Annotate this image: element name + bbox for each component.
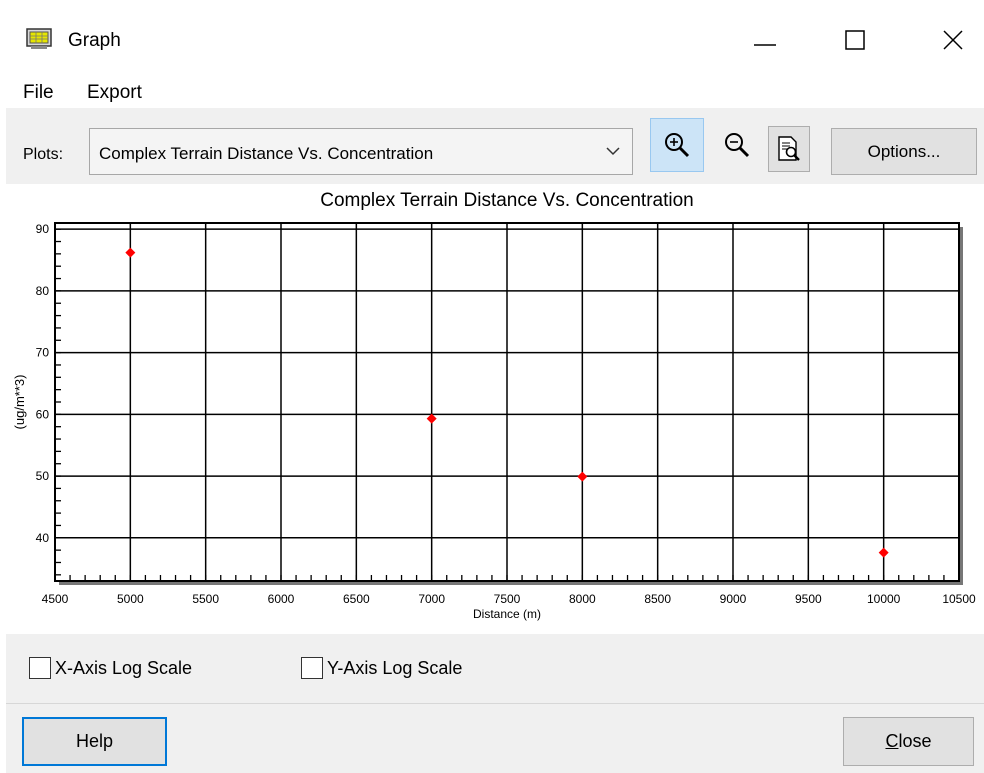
- chevron-down-icon: [606, 147, 620, 156]
- x-tick-label: 6000: [268, 592, 295, 606]
- zoom-in-button[interactable]: [650, 118, 704, 172]
- window-close-button[interactable]: [928, 20, 978, 60]
- x-tick-label: 9000: [720, 592, 747, 606]
- menu-file[interactable]: File: [23, 82, 54, 104]
- x-axis-log-label: X-Axis Log Scale: [55, 657, 193, 678]
- y-tick-label: 80: [36, 284, 50, 298]
- minimize-icon: [754, 44, 776, 46]
- x-tick-label: 7500: [494, 592, 521, 606]
- help-button-label: Help: [75, 731, 114, 751]
- zoom-out-button[interactable]: [710, 118, 764, 172]
- window-title: Graph: [68, 30, 121, 51]
- y-tick-label: 60: [36, 407, 50, 421]
- maximize-button[interactable]: [830, 20, 880, 60]
- y-axis-log-label: Y-Axis Log Scale: [327, 657, 463, 678]
- minimize-button[interactable]: [740, 20, 790, 60]
- x-tick-label: 7000: [418, 592, 445, 606]
- y-tick-label: 40: [36, 531, 50, 545]
- y-axis-log-checkbox[interactable]: Y-Axis Log Scale: [301, 657, 462, 679]
- y-tick-label: 90: [36, 222, 50, 236]
- plots-label: Plots:: [23, 146, 64, 163]
- print-preview-icon: [778, 136, 800, 161]
- chart-title: Complex Terrain Distance Vs. Concentrati…: [320, 190, 694, 211]
- scatter-chart: 4500 5000 5500 6000 6500 7000 7500 8000 8500 9000…: [12, 190, 976, 621]
- graph-app-icon: [26, 28, 52, 49]
- x-tick-label: 4500: [42, 592, 69, 606]
- menu-bar: File Export: [0, 78, 984, 108]
- help-button[interactable]: Help: [22, 717, 167, 766]
- x-axis-log-checkbox-box[interactable]: [29, 657, 51, 679]
- zoom-in-icon: [665, 133, 690, 158]
- y-axis-log-checkbox-box[interactable]: [301, 657, 323, 679]
- close-button-label: Close: [885, 731, 932, 751]
- zoom-out-icon: [725, 133, 750, 158]
- y-tick-label: 70: [36, 346, 50, 360]
- close-icon: [943, 30, 963, 50]
- x-tick-label: 10500: [942, 592, 976, 606]
- plots-selected-value: Complex Terrain Distance Vs. Concentrati…: [99, 144, 434, 163]
- y-axis-label: (ug/m**3): [12, 375, 27, 430]
- options-button[interactable]: Options...: [831, 128, 977, 175]
- x-tick-label: 8500: [644, 592, 671, 606]
- x-tick-label: 8000: [569, 592, 596, 606]
- menu-export[interactable]: Export: [87, 82, 142, 104]
- x-tick-label: 10000: [867, 592, 901, 606]
- chart-area: 4500 5000 5500 6000 6500 7000 7500 8000 8500 9000…: [0, 184, 984, 634]
- options-button-label: Options...: [867, 141, 941, 161]
- title-bar: Graph: [0, 0, 984, 78]
- y-tick-label: 50: [36, 469, 50, 483]
- plots-dropdown[interactable]: Complex Terrain Distance Vs. Concentrati…: [89, 128, 633, 175]
- print-preview-button[interactable]: [768, 126, 810, 172]
- close-button[interactable]: Close: [843, 717, 974, 766]
- x-tick-label: 6500: [343, 592, 370, 606]
- x-tick-label: 9500: [795, 592, 822, 606]
- x-axis-label: Distance (m): [473, 607, 541, 621]
- divider: [6, 703, 984, 704]
- x-tick-label: 5000: [117, 592, 144, 606]
- x-tick-label: 5500: [192, 592, 219, 606]
- x-axis-log-checkbox[interactable]: X-Axis Log Scale: [29, 657, 192, 679]
- maximize-icon: [845, 30, 865, 50]
